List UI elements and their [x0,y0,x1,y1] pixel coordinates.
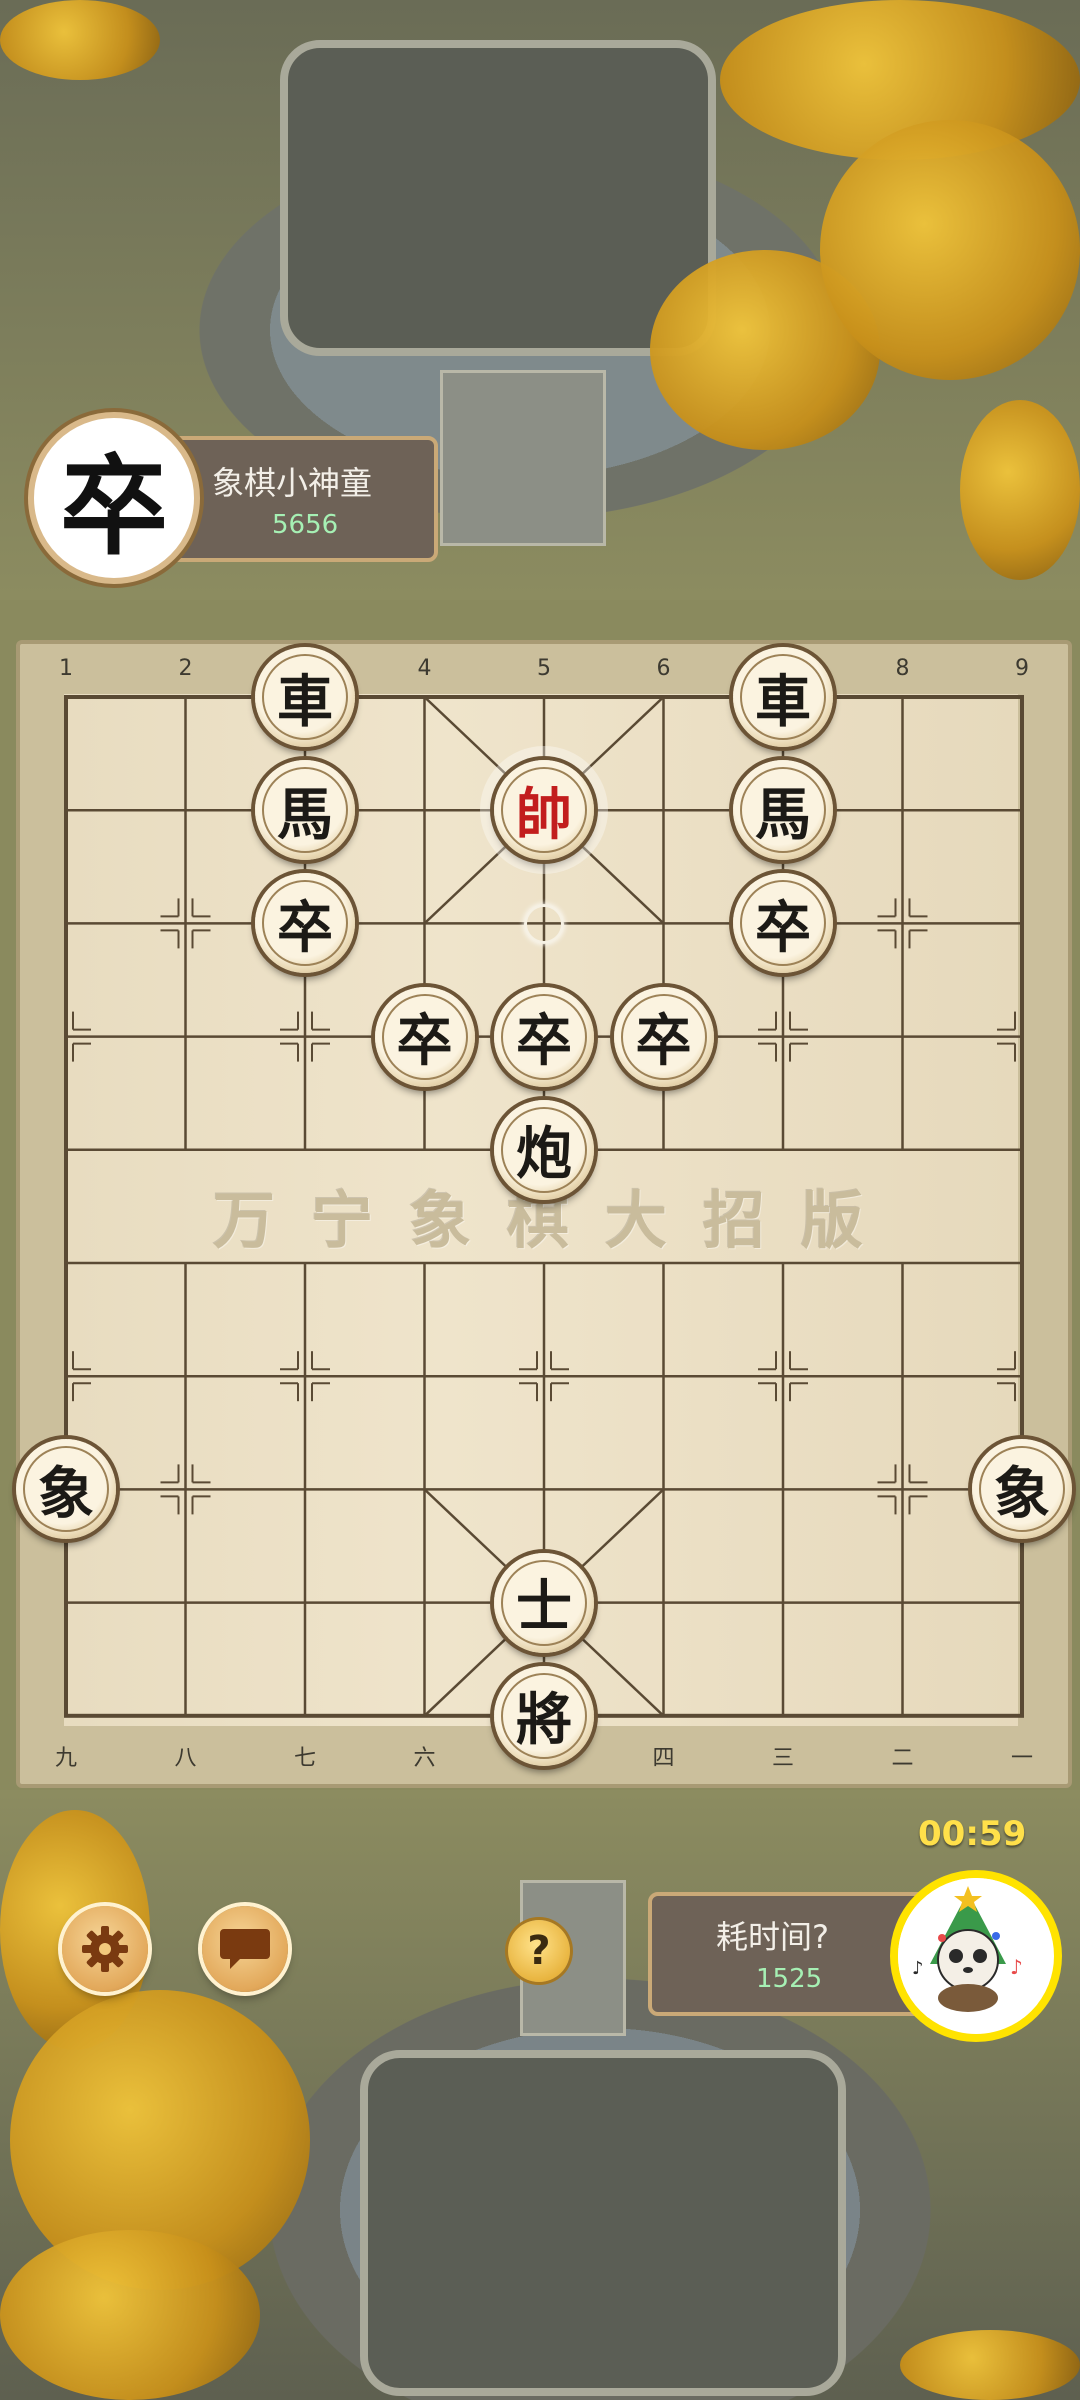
file-label-bottom: 八 [174,1746,197,1771]
river-text-char: 万 [212,1184,281,1257]
chess-piece-black[interactable]: 卒 [613,986,714,1087]
chess-piece-black[interactable]: 車 [255,647,355,747]
gear-icon [82,1926,128,1972]
chess-piece-black[interactable]: 卒 [733,873,833,974]
river-text-char: 招 [703,1184,772,1257]
file-label-top: 9 [1015,656,1029,681]
file-label-top: 4 [417,656,432,681]
help-button[interactable]: ? [508,1920,570,1982]
svg-text:♪: ♪ [1010,1955,1023,1979]
river-text-char: 大 [605,1184,674,1257]
river-text-char: 版 [801,1184,870,1257]
chat-bubble-icon [220,1929,270,1969]
player-score: 1525 [756,1964,823,1994]
svg-text:♪: ♪ [912,1958,924,1979]
chess-piece-black[interactable]: 車 [733,647,833,747]
chess-piece-black[interactable]: 馬 [733,760,833,861]
christmas-tree-panda-avatar-icon: ♪ ♪ [898,1878,1038,2018]
opponent-name: 象棋小神童 [212,464,373,502]
file-label-bottom: 四 [652,1746,675,1771]
file-label-bottom: 三 [771,1746,795,1771]
file-label-top: 6 [656,656,671,681]
river-text-char: 象 [408,1184,477,1257]
turn-timer: 00:59 [918,1814,1027,1854]
file-label-bottom: 一 [1010,1746,1034,1771]
chess-piece-black[interactable]: 象 [972,1439,1072,1540]
chess-piece-black[interactable]: 卒 [494,986,594,1087]
chess-piece-red[interactable]: 帥 [494,760,594,861]
file-label-bottom: 六 [413,1746,436,1771]
chess-piece-black[interactable]: 士 [494,1552,594,1653]
file-label-top: 2 [178,656,193,681]
river-text-char: 宁 [310,1184,379,1257]
chess-piece-black[interactable]: 炮 [494,1099,594,1200]
chat-button[interactable] [202,1906,288,1992]
file-label-bottom: 九 [54,1746,78,1771]
chess-piece-black[interactable]: 象 [16,1439,116,1540]
file-label-bottom: 二 [891,1746,914,1771]
file-label-top: 5 [537,656,551,681]
player-name: 耗时间? [716,1918,829,1956]
opponent-avatar[interactable]: 卒 [28,412,200,584]
file-label-bottom: 七 [293,1746,317,1771]
player-avatar[interactable]: ♪ ♪ [890,1870,1062,2042]
file-label-top: 8 [895,656,910,681]
chess-piece-black[interactable]: 卒 [374,986,475,1087]
opponent-score: 5656 [272,510,339,540]
file-label-top: 1 [59,656,73,681]
settings-button[interactable] [62,1906,148,1992]
chess-piece-black[interactable]: 將 [494,1665,594,1766]
chess-piece-black[interactable]: 卒 [255,873,355,974]
chess-piece-black[interactable]: 馬 [255,760,355,861]
last-move-marker [524,904,564,944]
